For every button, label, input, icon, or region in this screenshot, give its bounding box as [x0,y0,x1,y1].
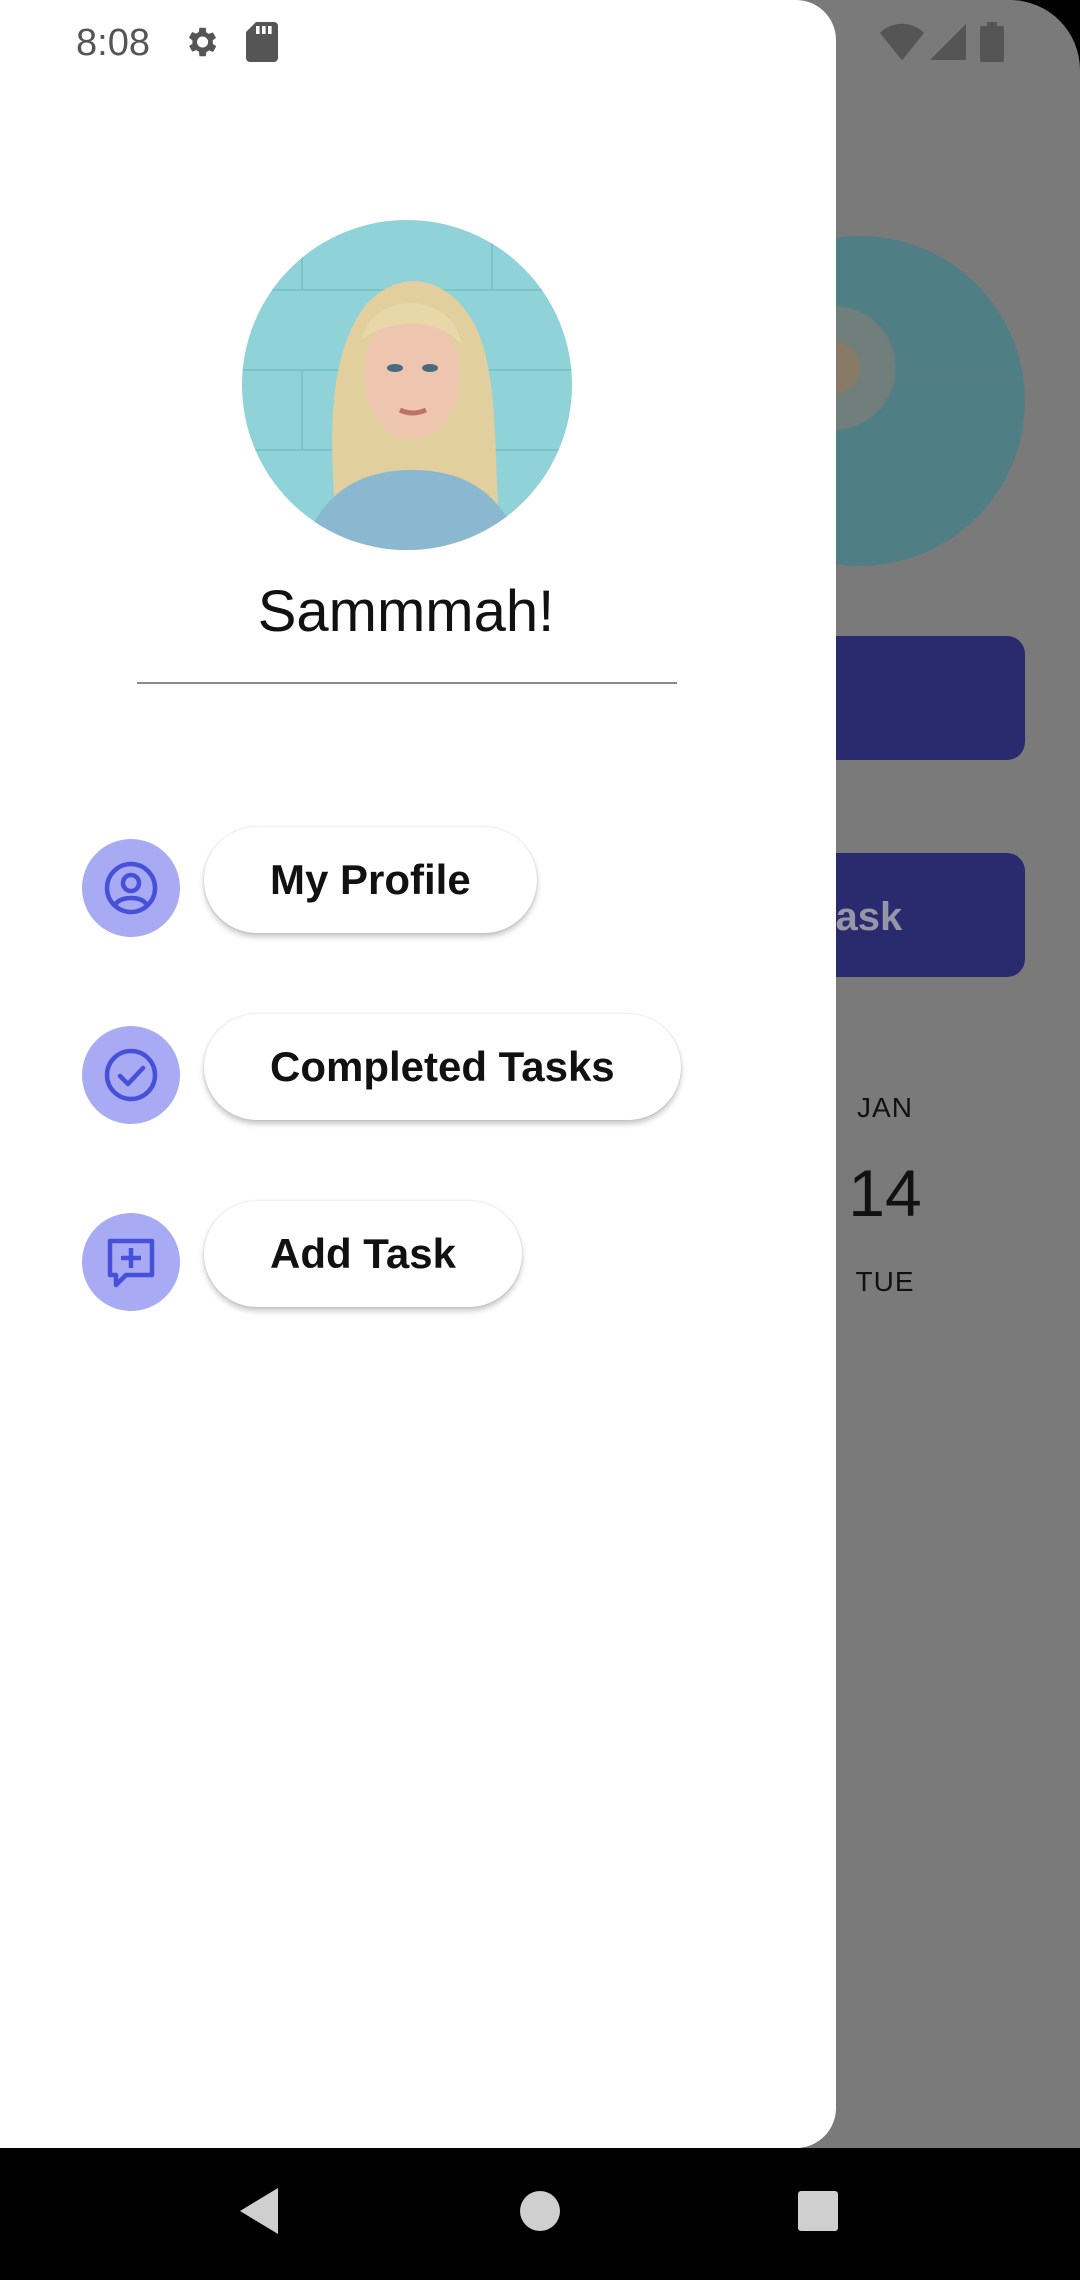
settings-icon [188,27,217,57]
avatar[interactable] [242,220,572,550]
screen: l task JAN 14 TUE Sammmah! My Profile Co… [0,0,1080,2148]
check-circle-icon [104,1048,158,1102]
menu-icon-badge [82,839,180,937]
user-name: Sammmah! [257,579,555,644]
status-time: 8:08 [76,22,150,64]
avatar-photo [242,220,572,550]
date-month: JAN [857,1092,913,1123]
menu-icon-badge [82,1213,180,1311]
add-task-icon [107,1238,155,1288]
sd-card-icon [246,22,278,62]
battery-icon [980,22,1004,62]
signal-icon [930,24,966,60]
recents-icon[interactable] [796,2184,840,2238]
date-weekday: TUE [855,1266,915,1297]
date-day: 14 [848,1156,922,1230]
menu-icon-badge [82,1026,180,1124]
completed-tasks-button[interactable]: Completed Tasks [204,1014,681,1120]
profile-icon [104,861,158,915]
my-profile-button[interactable]: My Profile [204,827,537,933]
back-icon[interactable] [236,2184,282,2238]
status-bar: 8:08 [0,0,1080,88]
add-task-button[interactable]: Add Task [204,1201,522,1307]
divider [137,682,677,684]
navigation-bar [0,2148,1080,2280]
home-icon[interactable] [519,2184,561,2238]
wifi-icon [880,23,924,61]
navigation-drawer: Sammmah! My Profile Completed Tasks Add … [0,0,836,2148]
